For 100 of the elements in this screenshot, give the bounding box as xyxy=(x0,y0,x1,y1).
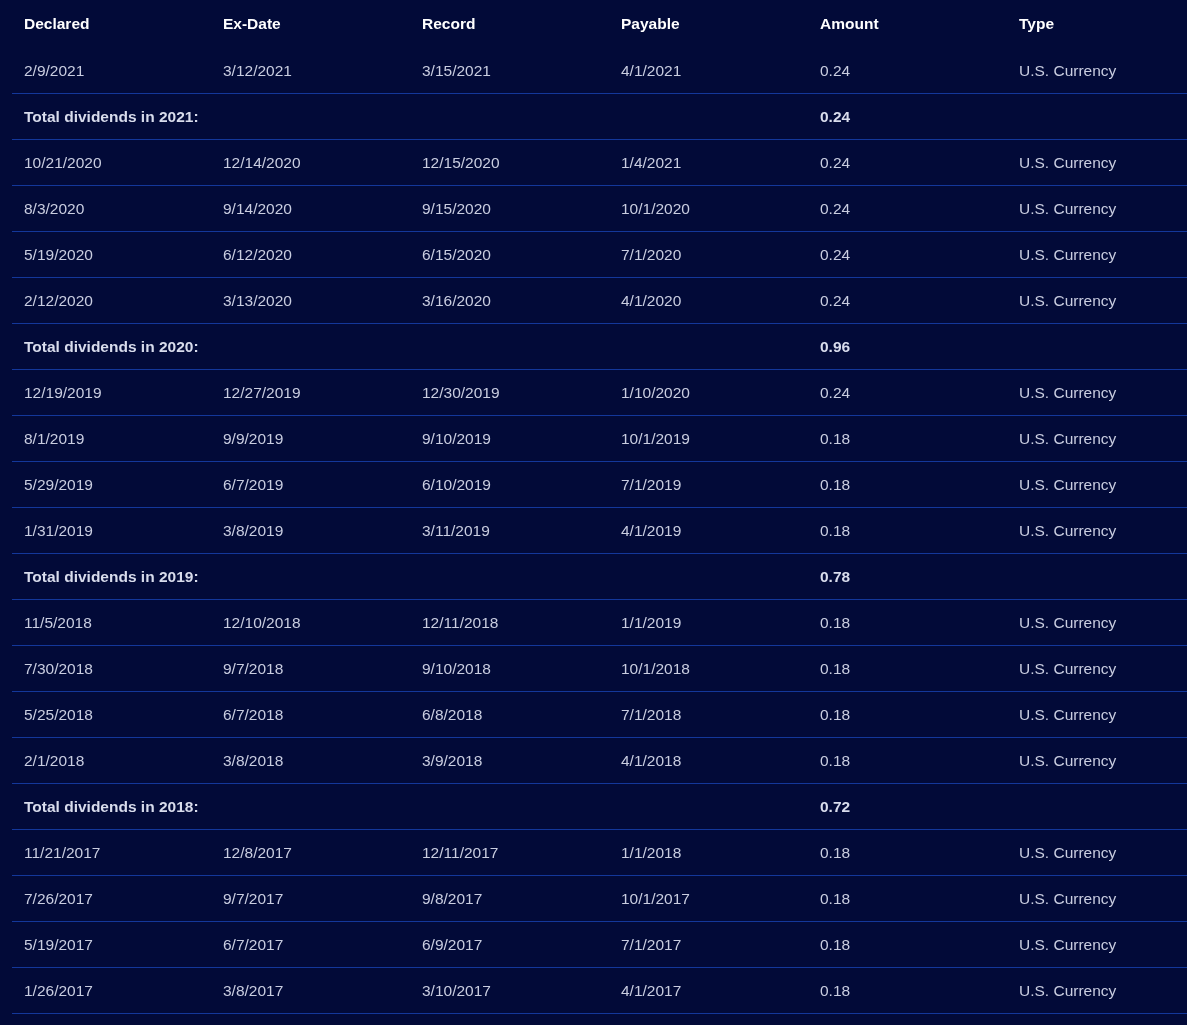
table-cell-text: 0.18 xyxy=(819,981,852,1000)
table-cell-text: 3/15/2021 xyxy=(421,61,492,80)
table-cell-text: 12/11/2017 xyxy=(421,843,500,862)
table-cell-text: 1/1/2019 xyxy=(620,613,683,632)
table-cell-text: 5/29/2019 xyxy=(23,475,94,494)
table-cell-text: 6/15/2020 xyxy=(421,245,492,264)
table-cell-text: 6/7/2019 xyxy=(222,475,285,494)
table-cell-text: 6/8/2018 xyxy=(421,705,484,724)
table-cell-text: U.S. Currency xyxy=(1018,61,1118,80)
table-cell-text: 9/10/2019 xyxy=(421,429,492,448)
table-cell-text: 12/15/2020 xyxy=(421,153,501,172)
table-cell-text: 7/26/2017 xyxy=(23,889,94,908)
table-cell-text: 10/1/2018 xyxy=(620,659,691,678)
table-cell-text: 1/1/2018 xyxy=(620,843,683,862)
table-cell-text: 6/10/2019 xyxy=(421,475,492,494)
table-cell-text: 3/8/2019 xyxy=(222,521,285,540)
table-cell-text: 12/14/2020 xyxy=(222,153,302,172)
table-cell-text: 4/1/2017 xyxy=(620,981,683,1000)
table-cell-text: U.S. Currency xyxy=(1018,705,1118,724)
table-cell-text: 0.18 xyxy=(819,613,852,632)
table-cell-text: 0.24 xyxy=(819,245,852,264)
column-header: Type xyxy=(1018,15,1056,33)
table-cell-text: U.S. Currency xyxy=(1018,981,1118,1000)
table-cell-text: 9/15/2020 xyxy=(421,199,492,218)
column-header: Ex-Date xyxy=(222,15,282,33)
table-cell-text: U.S. Currency xyxy=(1018,521,1118,540)
table-cell-text: 7/1/2018 xyxy=(620,705,683,724)
table-cell-text: 3/10/2017 xyxy=(421,981,492,1000)
table-cell-text: 9/7/2018 xyxy=(222,659,285,678)
table-cell-text: U.S. Currency xyxy=(1018,291,1118,310)
table-cell-text: 7/1/2020 xyxy=(620,245,683,264)
table-cell-text: 0.18 xyxy=(819,751,852,770)
table-cell-text: 1/31/2019 xyxy=(23,521,94,540)
table-cell-text: 0.24 xyxy=(819,61,852,80)
table-cell-text: U.S. Currency xyxy=(1018,935,1118,954)
total-label: Total dividends in 2021: xyxy=(23,107,200,126)
table-cell-text: 0.18 xyxy=(819,429,852,448)
total-amount: 0.72 xyxy=(819,797,852,816)
table-cell-text: 9/7/2017 xyxy=(222,889,285,908)
table-cell-text: U.S. Currency xyxy=(1018,245,1118,264)
table-cell-text: 2/1/2018 xyxy=(23,751,86,770)
column-header: Declared xyxy=(23,15,91,33)
table-cell-text: 5/25/2018 xyxy=(23,705,94,724)
table-cell-text: 6/7/2017 xyxy=(222,935,285,954)
table-cell-text: 6/12/2020 xyxy=(222,245,293,264)
table-cell-text: 0.18 xyxy=(819,521,852,540)
table-cell-text: 12/8/2017 xyxy=(222,843,293,862)
table-cell-text: 7/1/2017 xyxy=(620,935,683,954)
table-cell-text: 10/1/2017 xyxy=(620,889,691,908)
table-cell-text: U.S. Currency xyxy=(1018,889,1118,908)
total-amount: 0.96 xyxy=(819,337,852,356)
total-amount: 0.78 xyxy=(819,567,852,586)
table-cell-text: 3/8/2017 xyxy=(222,981,285,1000)
table-cell-text: U.S. Currency xyxy=(1018,751,1118,770)
table-cell-text: 0.18 xyxy=(819,475,852,494)
table-cell-text: 7/1/2019 xyxy=(620,475,683,494)
table-cell-text: 1/26/2017 xyxy=(23,981,94,1000)
table-cell-text: U.S. Currency xyxy=(1018,475,1118,494)
table-cell-text: 3/12/2021 xyxy=(222,61,293,80)
table-cell-text: U.S. Currency xyxy=(1018,199,1118,218)
table-cell-text: U.S. Currency xyxy=(1018,153,1118,172)
table-cell-text: 3/11/2019 xyxy=(421,521,491,540)
table-cell-text: 4/1/2019 xyxy=(620,521,683,540)
table-cell-text: 0.18 xyxy=(819,705,852,724)
table-cell-text: 1/10/2020 xyxy=(620,383,691,402)
table-cell-text: 6/9/2017 xyxy=(421,935,484,954)
table-cell-text: 0.18 xyxy=(819,935,852,954)
table-cell-text: 0.24 xyxy=(819,383,852,402)
table-cell-text: 11/5/2018 xyxy=(23,613,93,632)
table-cell-text: 7/30/2018 xyxy=(23,659,94,678)
table-cell-text: 4/1/2020 xyxy=(620,291,683,310)
table-cell-text: 10/21/2020 xyxy=(23,153,103,172)
table-cell-text: 0.24 xyxy=(819,199,852,218)
total-amount: 0.24 xyxy=(819,107,852,126)
table-cell-text: 12/19/2019 xyxy=(23,383,103,402)
table-cell-text: 4/1/2018 xyxy=(620,751,683,770)
table-cell-text: 12/27/2019 xyxy=(222,383,302,402)
table-cell-text: 11/21/2017 xyxy=(23,843,102,862)
table-cell-text: 0.18 xyxy=(819,889,852,908)
table-cell-text: 10/1/2020 xyxy=(620,199,691,218)
table-cell-text: 6/7/2018 xyxy=(222,705,285,724)
table-cell-text: 0.24 xyxy=(819,153,852,172)
table-cell-text: 1/4/2021 xyxy=(620,153,683,172)
table-cell-text: 12/11/2018 xyxy=(421,613,500,632)
table-cell-text: 12/30/2019 xyxy=(421,383,501,402)
table-cell-text: 9/14/2020 xyxy=(222,199,293,218)
table-cell-text: U.S. Currency xyxy=(1018,843,1118,862)
table-cell-text: 3/9/2018 xyxy=(421,751,484,770)
table-cell-text: 9/9/2019 xyxy=(222,429,285,448)
table-cell-text: U.S. Currency xyxy=(1018,383,1118,402)
total-label: Total dividends in 2018: xyxy=(23,797,200,816)
table-cell-text: 0.24 xyxy=(819,291,852,310)
table-cell-text: 5/19/2017 xyxy=(23,935,94,954)
table-cell-text: 9/10/2018 xyxy=(421,659,492,678)
table-cell-text: U.S. Currency xyxy=(1018,659,1118,678)
table-cell-text: 4/1/2021 xyxy=(620,61,683,80)
total-label: Total dividends in 2019: xyxy=(23,567,200,586)
table-cell-text: 0.18 xyxy=(819,659,852,678)
table-cell-text: 5/19/2020 xyxy=(23,245,94,264)
column-header: Payable xyxy=(620,15,681,33)
